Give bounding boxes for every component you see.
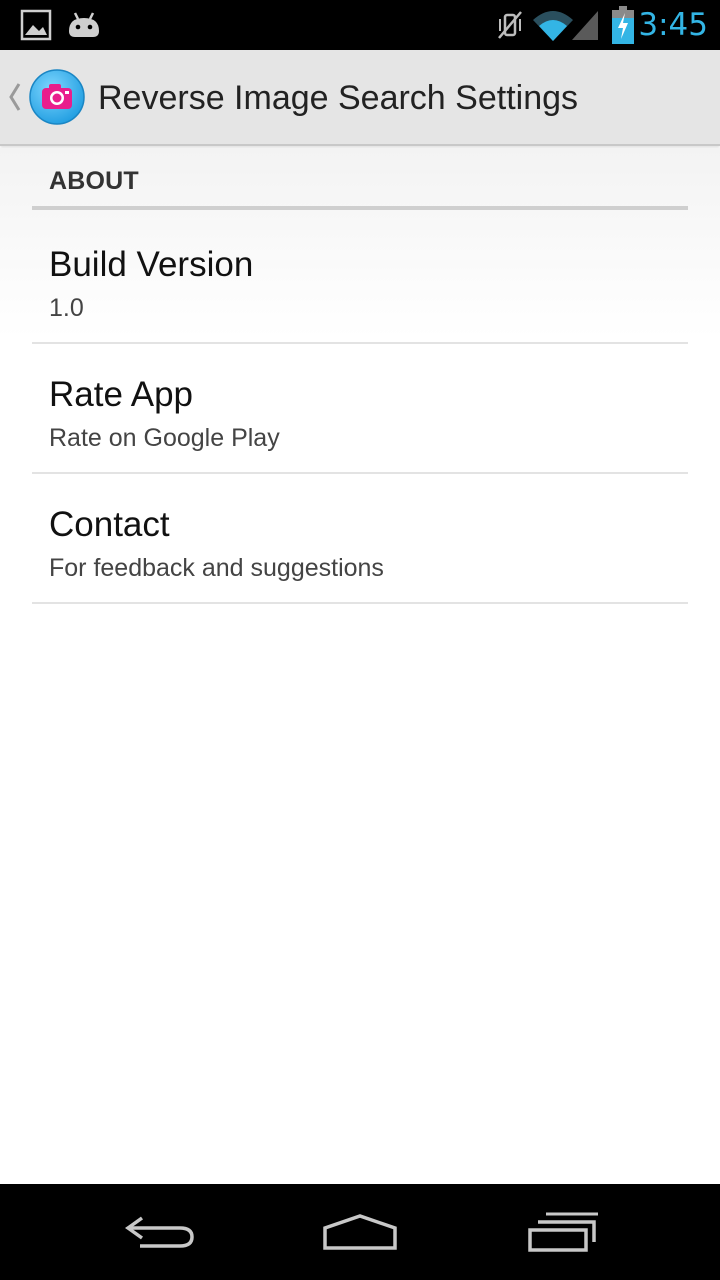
category-header-about: ABOUT [32,148,688,210]
pref-rate-app[interactable]: Rate App Rate on Google Play [32,344,688,474]
page-title: Reverse Image Search Settings [98,79,579,117]
pref-build-version[interactable]: Build Version 1.0 [32,214,688,344]
recent-apps-icon[interactable] [522,1208,602,1256]
navigation-bar [0,1184,720,1280]
status-clock: 3:45 [638,7,708,43]
android-notification-icon [69,12,99,37]
vibrate-mute-icon [498,11,522,39]
status-bar: 3:45 [0,0,720,50]
pref-title: Build Version [49,245,254,284]
pref-summary: 1.0 [49,294,84,322]
back-icon[interactable] [120,1208,200,1256]
up-navigation-icon[interactable] [8,82,22,112]
category-label: ABOUT [49,167,139,195]
pref-summary: For feedback and suggestions [49,554,384,582]
camera-icon[interactable] [28,68,86,126]
pref-contact[interactable]: Contact For feedback and suggestions [32,474,688,604]
settings-list: ABOUT Build Version 1.0 Rate App Rate on… [0,148,720,1184]
home-icon[interactable] [320,1208,400,1256]
wifi-icon [533,11,573,41]
battery-charging-icon [612,6,634,44]
pref-title: Rate App [49,375,193,414]
pref-summary: Rate on Google Play [49,424,280,452]
action-bar: Reverse Image Search Settings [0,50,720,146]
pref-title: Contact [49,505,170,544]
gallery-notification-icon [20,9,52,41]
signal-icon [572,11,598,40]
